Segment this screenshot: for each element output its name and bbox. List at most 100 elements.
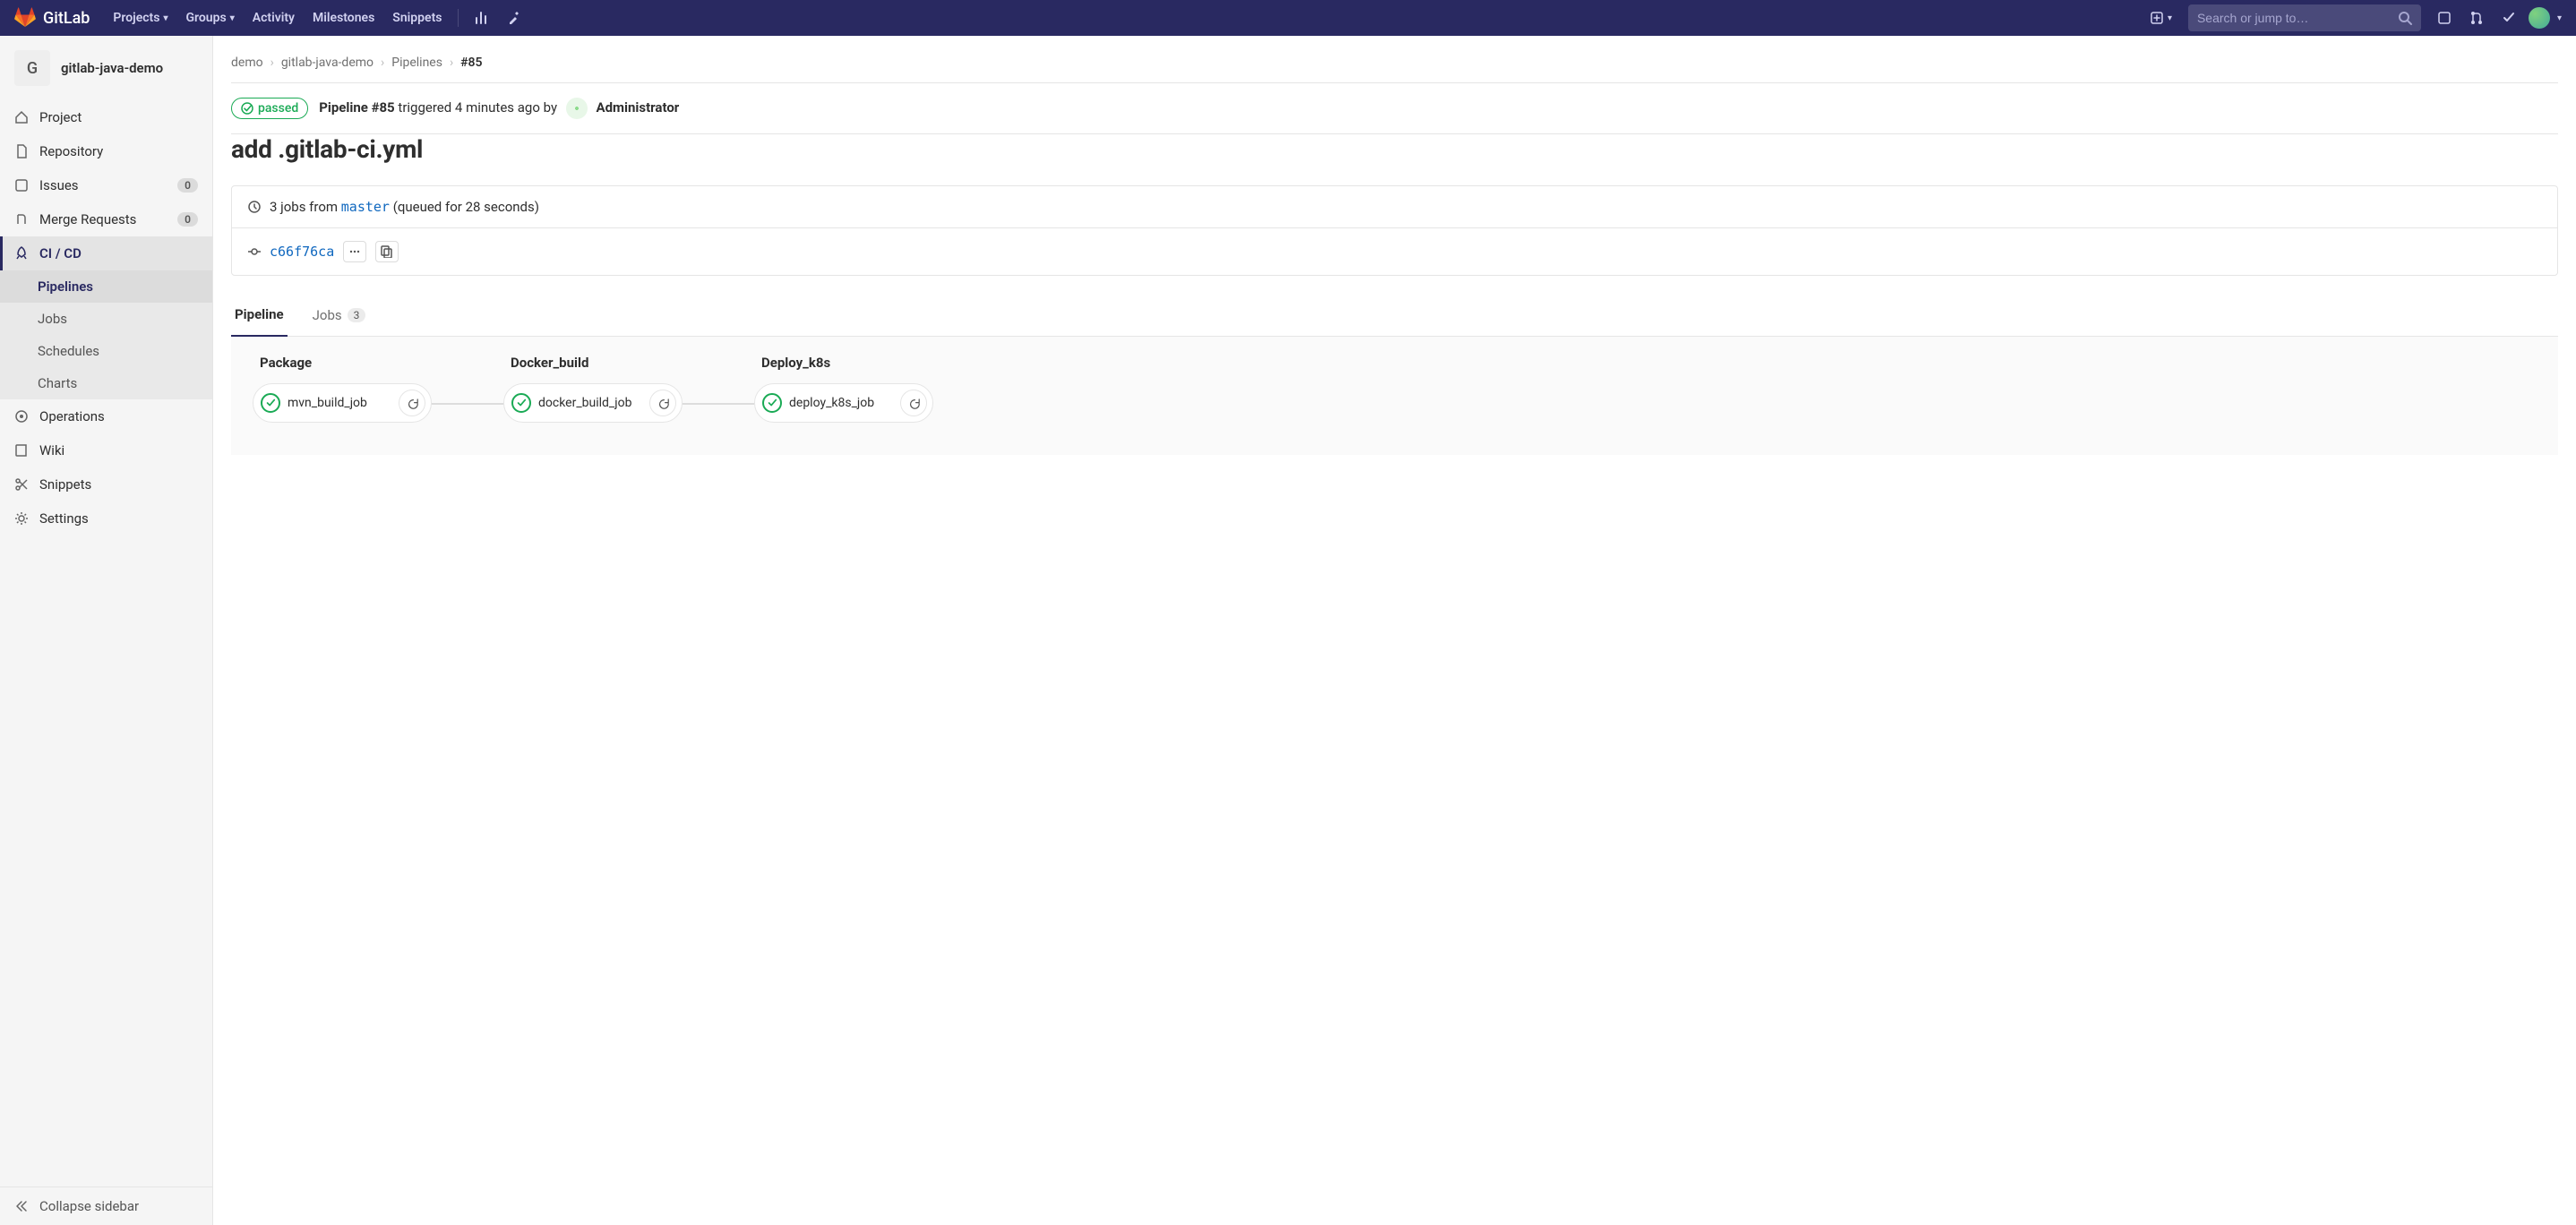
sidebar-sub-pipelines[interactable]: Pipelines bbox=[0, 270, 212, 303]
sidebar-sub-jobs[interactable]: Jobs bbox=[0, 303, 212, 335]
commit-sha-row: c66f76ca bbox=[232, 227, 2557, 275]
sidebar-label: Issues bbox=[39, 177, 79, 193]
nav-projects-label: Projects bbox=[113, 11, 159, 25]
nav-projects[interactable]: Projects▾ bbox=[104, 0, 176, 36]
top-navbar: GitLab Projects▾ Groups▾ Activity Milest… bbox=[0, 0, 2576, 36]
nav-separator bbox=[458, 9, 459, 27]
sidebar-item-settings[interactable]: Settings bbox=[0, 501, 212, 535]
nav-activity[interactable]: Activity bbox=[244, 0, 304, 36]
commit-title: add .gitlab-ci.yml bbox=[231, 134, 2558, 185]
triggerer-name[interactable]: Administrator bbox=[597, 99, 680, 116]
nav-groups-label: Groups bbox=[185, 11, 226, 25]
check-circle-icon bbox=[241, 102, 253, 115]
nav-snippets[interactable]: Snippets bbox=[383, 0, 451, 36]
search-icon bbox=[2399, 12, 2412, 25]
stage-column: Docker_build docker_build_job bbox=[503, 355, 683, 423]
sidebar-item-snippets[interactable]: Snippets bbox=[0, 467, 212, 501]
todos-icon[interactable] bbox=[2493, 0, 2525, 36]
sidebar-item-issues[interactable]: Issues 0 bbox=[0, 168, 212, 202]
user-avatar[interactable] bbox=[2529, 7, 2550, 29]
merge-requests-icon[interactable] bbox=[2460, 0, 2493, 36]
sidebar-sub-schedules[interactable]: Schedules bbox=[0, 335, 212, 367]
ellipsis-icon bbox=[348, 245, 361, 258]
collapse-label: Collapse sidebar bbox=[39, 1198, 139, 1214]
gitlab-logo[interactable] bbox=[14, 7, 36, 29]
copy-sha-button[interactable] bbox=[375, 241, 399, 262]
tab-jobs-label: Jobs bbox=[313, 307, 342, 323]
file-icon bbox=[14, 144, 29, 158]
sidebar-label: Wiki bbox=[39, 442, 64, 458]
chevron-double-left-icon bbox=[14, 1199, 29, 1213]
sidebar-item-merge-requests[interactable]: Merge Requests 0 bbox=[0, 202, 212, 236]
job-status-passed-icon bbox=[261, 393, 280, 413]
job-pill[interactable]: mvn_build_job bbox=[253, 383, 432, 423]
commit-sha-link[interactable]: c66f76ca bbox=[270, 244, 334, 260]
sidebar-item-cicd[interactable]: CI / CD bbox=[0, 236, 212, 270]
create-new-icon[interactable]: ▾ bbox=[2141, 0, 2181, 36]
job-pill[interactable]: docker_build_job bbox=[503, 383, 683, 423]
tab-jobs[interactable]: Jobs 3 bbox=[309, 297, 370, 336]
commit-more-button[interactable] bbox=[343, 241, 366, 262]
pipeline-status-badge[interactable]: passed bbox=[231, 98, 308, 119]
branch-name[interactable]: master bbox=[341, 199, 390, 215]
brand-name[interactable]: GitLab bbox=[43, 9, 90, 28]
job-retry-button[interactable] bbox=[649, 390, 676, 416]
sidebar-label: Repository bbox=[39, 143, 103, 159]
sidebar-label: Settings bbox=[39, 510, 89, 527]
operations-icon bbox=[14, 409, 29, 424]
job-name: deploy_k8s_job bbox=[789, 396, 893, 410]
sidebar-item-wiki[interactable]: Wiki bbox=[0, 433, 212, 467]
nav-groups[interactable]: Groups ▾ bbox=[176, 0, 243, 36]
breadcrumb-section[interactable]: Pipelines bbox=[391, 56, 442, 70]
retry-icon bbox=[907, 397, 920, 409]
stage-connector bbox=[432, 403, 503, 405]
collapse-sidebar-button[interactable]: Collapse sidebar bbox=[0, 1186, 212, 1225]
jobs-summary-row: 3 jobs from master (queued for 28 second… bbox=[232, 186, 2557, 227]
analytics-icon[interactable] bbox=[466, 0, 498, 36]
search-input[interactable] bbox=[2197, 11, 2399, 25]
sidebar-label: Project bbox=[39, 109, 82, 125]
project-header[interactable]: G gitlab-java-demo bbox=[0, 36, 212, 100]
issues-count-badge: 0 bbox=[177, 178, 198, 193]
job-retry-button[interactable] bbox=[900, 390, 927, 416]
chevron-down-icon: ▾ bbox=[2557, 13, 2562, 23]
scissors-icon bbox=[14, 477, 29, 492]
global-search[interactable] bbox=[2188, 4, 2421, 31]
triggerer-avatar[interactable] bbox=[566, 98, 588, 119]
nav-milestones[interactable]: Milestones bbox=[304, 0, 383, 36]
breadcrumb-project[interactable]: gitlab-java-demo bbox=[281, 56, 374, 70]
job-name: mvn_build_job bbox=[288, 396, 391, 410]
tab-jobs-count: 3 bbox=[348, 308, 366, 322]
stage-name: Docker_build bbox=[511, 355, 683, 371]
sidebar-item-repository[interactable]: Repository bbox=[0, 134, 212, 168]
issues-icon bbox=[14, 178, 29, 193]
issues-icon[interactable] bbox=[2428, 0, 2460, 36]
tab-pipeline[interactable]: Pipeline bbox=[231, 297, 288, 337]
merge-icon bbox=[14, 212, 29, 227]
sidebar-label: CI / CD bbox=[39, 245, 82, 261]
breadcrumb-group[interactable]: demo bbox=[231, 56, 263, 70]
sidebar-label: Merge Requests bbox=[39, 211, 136, 227]
stage-connector bbox=[683, 403, 754, 405]
stage-name: Deploy_k8s bbox=[761, 355, 933, 371]
pipeline-id: Pipeline #85 bbox=[319, 99, 394, 116]
pipeline-graph: Package mvn_build_job Docker_build docke… bbox=[231, 337, 2558, 455]
job-retry-button[interactable] bbox=[399, 390, 425, 416]
mr-count-badge: 0 bbox=[177, 212, 198, 227]
rocket-icon bbox=[14, 246, 29, 261]
sidebar-item-project[interactable]: Project bbox=[0, 100, 212, 134]
commit-icon bbox=[248, 245, 261, 258]
copy-icon bbox=[381, 245, 393, 258]
sidebar: G gitlab-java-demo Project Repository Is… bbox=[0, 36, 213, 1225]
sidebar-item-operations[interactable]: Operations bbox=[0, 399, 212, 433]
home-icon bbox=[14, 110, 29, 124]
chevron-down-icon: ▾ bbox=[230, 13, 235, 23]
admin-icon[interactable] bbox=[498, 0, 530, 36]
job-pill[interactable]: deploy_k8s_job bbox=[754, 383, 933, 423]
project-avatar: G bbox=[14, 50, 50, 86]
pipeline-info-box: 3 jobs from master (queued for 28 second… bbox=[231, 185, 2558, 276]
clock-icon bbox=[248, 201, 261, 213]
breadcrumb-separator: › bbox=[450, 56, 453, 70]
sidebar-sub-charts[interactable]: Charts bbox=[0, 367, 212, 399]
job-status-passed-icon bbox=[762, 393, 782, 413]
